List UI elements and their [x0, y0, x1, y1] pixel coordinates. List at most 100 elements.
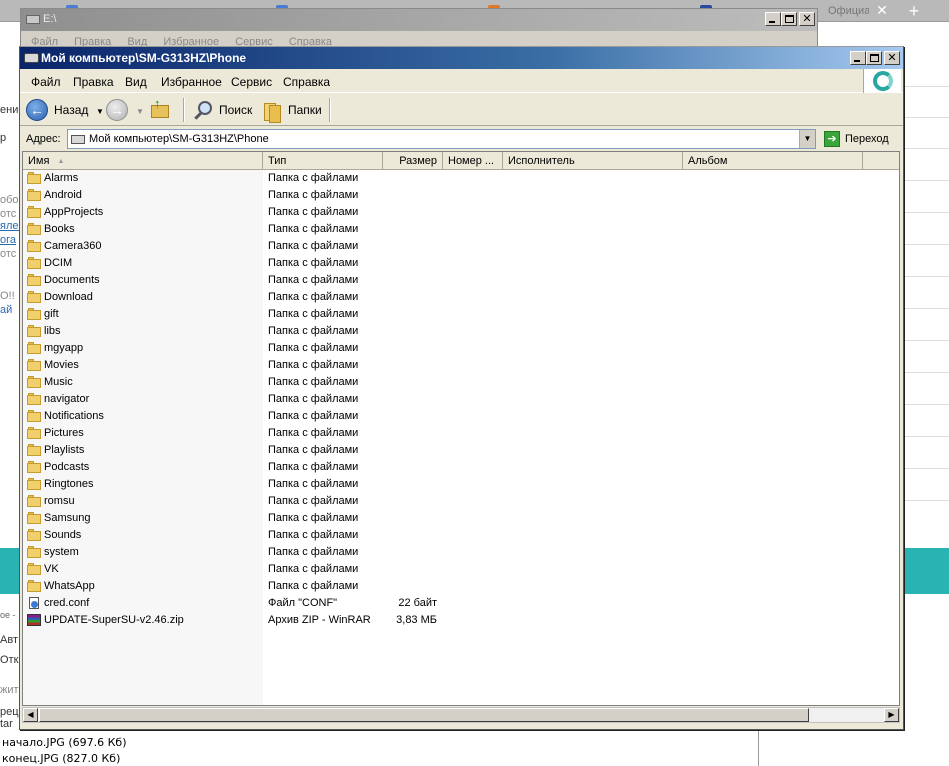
column-header-number[interactable]: Номер ... — [443, 152, 503, 170]
file-type: Архив ZIP - WinRAR — [268, 614, 371, 626]
file-row[interactable]: Movies Папка с файлами — [23, 357, 899, 374]
explorer-window[interactable]: Мой компьютер\SM-G313HZ\Phone ✕ Файл Пра… — [19, 46, 904, 730]
menu-edit[interactable]: Правка — [73, 75, 114, 89]
file-row[interactable]: Sounds Папка с файлами — [23, 527, 899, 544]
file-type: Папка с файлами — [268, 257, 359, 269]
address-input[interactable]: Мой компьютер\SM-G313HZ\Phone ▼ — [67, 129, 816, 149]
file-type: Папка с файлами — [268, 206, 359, 218]
file-row[interactable]: navigator Папка с файлами — [23, 391, 899, 408]
chevron-down-icon[interactable]: ▼ — [799, 130, 815, 148]
menu-view[interactable]: Вид — [125, 75, 147, 89]
folder-icon — [27, 240, 41, 252]
back-window-titlebar[interactable]: E:\ ✕ — [21, 9, 817, 31]
file-row[interactable]: Books Папка с файлами — [23, 221, 899, 238]
close-button[interactable]: ✕ — [884, 51, 900, 65]
scroll-thumb[interactable] — [39, 708, 809, 722]
file-type: Папка с файлами — [268, 189, 359, 201]
attachment-link[interactable]: конец.JPG (827.0 Кб) — [2, 752, 120, 765]
file-row[interactable]: cred.conf Файл "CONF" 22 байт — [23, 595, 899, 612]
back-button[interactable]: ← Назад ▼ — [24, 97, 112, 123]
chevron-down-icon[interactable]: ▼ — [136, 107, 144, 116]
column-header-artist[interactable]: Исполнитель — [503, 152, 683, 170]
file-row[interactable]: Samsung Папка с файлами — [23, 510, 899, 527]
file-row[interactable]: Camera360 Папка с файлами — [23, 238, 899, 255]
toolbar-separator — [183, 98, 185, 122]
file-row[interactable]: Notifications Папка с файлами — [23, 408, 899, 425]
column-header-album[interactable]: Альбом — [683, 152, 863, 170]
config-file-icon — [27, 597, 41, 609]
folder-up-icon[interactable]: ↑ — [149, 97, 171, 119]
maximize-button[interactable] — [866, 51, 882, 65]
file-row[interactable]: DCIM Папка с файлами — [23, 255, 899, 272]
file-row[interactable]: WhatsApp Папка с файлами — [23, 578, 899, 595]
file-name: AppProjects — [44, 206, 104, 218]
file-row[interactable]: Pictures Папка с файлами — [23, 425, 899, 442]
menu-favorites[interactable]: Избранное — [161, 75, 222, 89]
close-button[interactable]: ✕ — [799, 12, 815, 26]
search-button[interactable]: Поиск — [192, 97, 254, 123]
window-titlebar[interactable]: Мой компьютер\SM-G313HZ\Phone ✕ — [20, 47, 903, 69]
maximize-button[interactable] — [781, 12, 797, 26]
file-row[interactable]: Alarms Папка с файлами — [23, 170, 899, 187]
file-row[interactable]: libs Папка с файлами — [23, 323, 899, 340]
file-row[interactable]: AppProjects Папка с файлами — [23, 204, 899, 221]
menu-tools[interactable]: Сервис — [231, 75, 272, 89]
file-name: romsu — [44, 495, 75, 507]
file-row[interactable]: mgyapp Папка с файлами — [23, 340, 899, 357]
scroll-left-button[interactable]: ◀ — [23, 708, 38, 722]
file-row[interactable]: Music Папка с файлами — [23, 374, 899, 391]
file-size: 3,83 МБ — [396, 614, 437, 626]
go-button[interactable]: Переход — [845, 133, 889, 145]
scroll-right-button[interactable]: ▶ — [884, 708, 899, 722]
file-row[interactable]: Download Папка с файлами — [23, 289, 899, 306]
folder-icon — [27, 257, 41, 269]
file-name: Alarms — [44, 172, 79, 184]
file-name: mgyapp — [44, 342, 84, 354]
file-name: system — [44, 546, 79, 558]
file-row[interactable]: Android Папка с файлами — [23, 187, 899, 204]
file-row[interactable]: Ringtones Папка с файлами — [23, 476, 899, 493]
file-row[interactable]: Podcasts Папка с файлами — [23, 459, 899, 476]
file-type: Папка с файлами — [268, 512, 359, 524]
file-type: Папка с файлами — [268, 478, 359, 490]
folder-icon — [27, 444, 41, 456]
folder-icon — [27, 512, 41, 524]
file-row[interactable]: gift Папка с файлами — [23, 306, 899, 323]
new-tab-button[interactable]: + — [900, 0, 928, 22]
search-button-label: Поиск — [219, 103, 253, 117]
file-row[interactable]: VK Папка с файлами — [23, 561, 899, 578]
file-row[interactable]: Playlists Папка с файлами — [23, 442, 899, 459]
folder-icon — [27, 478, 41, 490]
column-header-type[interactable]: Тип — [263, 152, 383, 170]
folder-icon — [27, 325, 41, 337]
forward-button[interactable]: → ▼ — [106, 97, 144, 123]
back-window-title: E:\ — [43, 13, 57, 25]
column-header-size[interactable]: Размер — [383, 152, 443, 170]
menubar: Файл Правка Вид Избранное Сервис Справка — [20, 69, 903, 93]
file-row[interactable]: UPDATE-SuperSU-v2.46.zip Архив ZIP - WinR… — [23, 612, 899, 629]
horizontal-scrollbar[interactable]: ◀ ▶ — [22, 707, 900, 723]
window-controls: ✕ — [850, 51, 900, 65]
folder-icon — [27, 342, 41, 354]
column-header-name[interactable]: Имя ▲ — [23, 152, 263, 170]
divider — [758, 728, 759, 766]
file-name: Books — [44, 223, 75, 235]
minimize-button[interactable] — [765, 12, 781, 26]
tab-close-icon[interactable]: ✕ — [874, 2, 890, 18]
file-list[interactable]: Имя ▲ Тип Размер Номер ... Исполнитель Ал… — [22, 151, 900, 706]
menu-file[interactable]: Файл — [31, 75, 61, 89]
file-row[interactable]: romsu Папка с файлами — [23, 493, 899, 510]
file-row[interactable]: Documents Папка с файлами — [23, 272, 899, 289]
chevron-down-icon[interactable]: ▼ — [96, 107, 104, 116]
folders-button[interactable]: Папки — [261, 97, 325, 123]
file-name: Sounds — [44, 529, 82, 541]
file-name: Music — [44, 376, 73, 388]
go-arrow-icon[interactable]: ➔ — [824, 131, 840, 147]
file-name: Android — [44, 189, 82, 201]
folder-icon — [27, 223, 41, 235]
minimize-button[interactable] — [850, 51, 866, 65]
address-value: Мой компьютер\SM-G313HZ\Phone — [89, 133, 269, 145]
attachment-link[interactable]: начало.JPG (697.6 Кб) — [2, 736, 127, 749]
file-row[interactable]: system Папка с файлами — [23, 544, 899, 561]
menu-help[interactable]: Справка — [283, 75, 330, 89]
